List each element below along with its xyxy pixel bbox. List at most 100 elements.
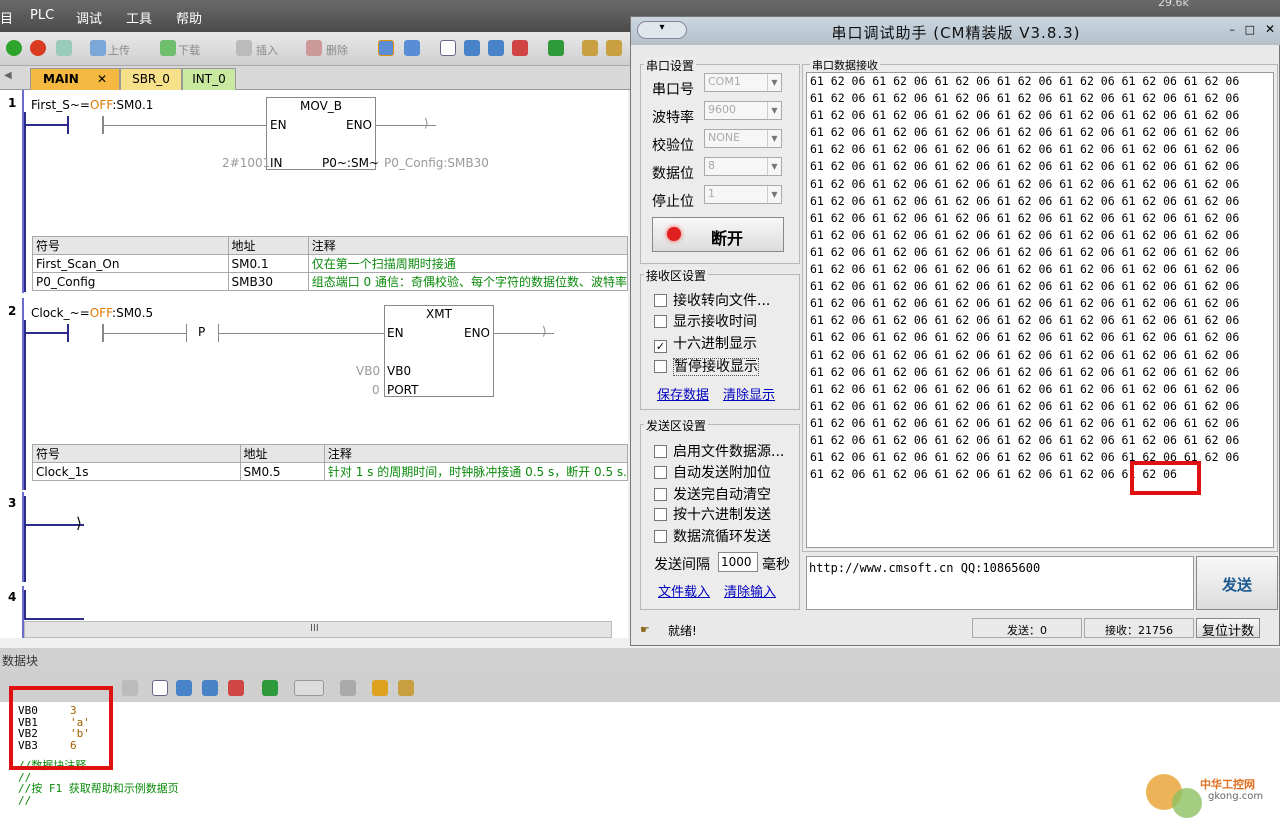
delete-icon[interactable] [306,40,322,56]
save-data-link[interactable]: 保存数据 [657,384,709,403]
clear-input-link[interactable]: 清除输入 [724,581,776,600]
maximize-icon[interactable]: □ [1245,23,1255,36]
recv-counter: 接收：21756 [1084,618,1194,638]
disconnect-button[interactable]: 断开 [652,217,784,252]
rx-line: 61 62 06 61 62 06 61 62 06 61 62 06 61 6… [810,244,1240,259]
menu-item-partial[interactable]: 目 [0,8,13,27]
hex-display-checkbox[interactable]: ✓ 十六进制显示 [654,333,757,353]
rx-to-file-checkbox[interactable]: 接收转向文件... [654,290,770,310]
tab-main[interactable]: MAIN ✕ [30,68,120,90]
baud-select[interactable]: 9600 ▼ [704,101,782,120]
datablock-editor[interactable]: VB0 3 VB1'a' VB2'b' VB3 6 //数据块注释 // //按 F… [0,702,1280,827]
gear-logo-icon-2 [1172,788,1202,818]
scrollbar-grip[interactable]: III [310,623,319,634]
loop-send-checkbox[interactable]: 数据流循环发送 [654,526,771,546]
file-load-link[interactable]: 文件载入 [658,581,710,600]
parity-select[interactable]: NONE ▼ [704,129,782,148]
rx-data-area[interactable]: 61 62 06 61 62 06 61 62 06 61 62 06 61 6… [806,72,1274,548]
ladder-editor[interactable]: 1 First_S~=OFF:SM0.1 MOV_B EN ENO ⟩ 2#10… [0,90,628,638]
lock-icon[interactable] [582,40,598,56]
en-pin: EN [387,326,404,340]
auto-clear-checkbox[interactable]: 发送完自动清空 [654,484,771,504]
rx-line: 61 62 06 61 62 06 61 62 06 61 62 06 61 6… [810,330,1240,345]
contact-label: First_S~=OFF:SM0.1 [31,98,153,112]
tab-sbr0[interactable]: SBR_0 [120,68,182,90]
reset-count-button[interactable]: 复位计数 [1196,618,1260,639]
view-icon[interactable] [440,40,456,56]
rung-end-icon: ⟩ [76,514,82,532]
horizontal-scrollbar[interactable]: III [24,621,612,638]
databits-select[interactable]: 8 ▼ [704,157,782,176]
dropdown-icon[interactable] [294,680,324,696]
insert-button[interactable]: 插入 [256,42,278,58]
view-icon[interactable] [152,680,168,696]
send-button[interactable]: 发送 [1196,556,1278,610]
tx-input[interactable]: http://www.cmsoft.cn QQ:10865600 [806,556,1194,610]
delete-button[interactable]: 删除 [326,42,348,58]
download-arrow-icon[interactable] [202,680,218,696]
paste-icon[interactable] [122,680,138,696]
rx-line: 61 62 06 61 62 06 61 62 06 61 62 06 61 6… [810,467,1177,482]
eno-pin: ENO [346,118,373,132]
in2-value: 0 [372,383,380,397]
go-icon[interactable] [548,40,564,56]
compile-icon[interactable] [56,40,72,56]
close-icon[interactable]: ✕ [1265,22,1275,36]
menu-item-tools[interactable]: 工具 [126,8,152,27]
comment-line: // [18,793,32,807]
upload-arrow-icon[interactable] [464,40,480,56]
menu-item-debug[interactable]: 调试 [76,8,102,27]
stop-icon[interactable] [30,40,46,56]
program-status-icon[interactable] [378,40,394,56]
in1-pin: VB0 [387,364,412,378]
port-select[interactable]: COM1 ▼ [704,73,782,92]
key-icon[interactable] [372,680,388,696]
insert-icon[interactable] [236,40,252,56]
pause-rx-checkbox[interactable]: 暂停接收显示 [654,356,759,376]
rx-line: 61 62 06 61 62 06 61 62 06 61 62 06 61 6… [810,125,1240,140]
network-1-gutter [0,90,24,293]
interval-input[interactable] [718,552,758,572]
rx-line: 61 62 06 61 62 06 61 62 06 61 62 06 61 6… [810,74,1240,88]
clear-icon[interactable] [228,680,244,696]
trend-view-icon[interactable] [404,40,420,56]
clear-display-link[interactable]: 清除显示 [723,384,775,403]
menu-item-help[interactable]: 帮助 [176,8,202,27]
rx-line: 61 62 06 61 62 06 61 62 06 61 62 06 61 6… [810,91,1240,106]
download-button[interactable]: 下载 [178,42,200,58]
tab-int0[interactable]: INT_0 [182,68,236,90]
file-source-checkbox[interactable]: 启用文件数据源... [654,441,784,461]
baud-value: 9600 [708,103,736,116]
download-arrow-icon[interactable] [488,40,504,56]
in1-value: VB0 [356,364,381,378]
power-rail [24,112,26,292]
upload-button[interactable]: 上传 [108,42,130,58]
out-pin: P0~:SM~ [322,156,379,170]
rx-line: 61 62 06 61 62 06 61 62 06 61 62 06 61 6… [810,398,1240,413]
run-icon[interactable] [6,40,22,56]
symbol-cell: P0_Config [32,272,229,291]
edge-label: P [198,325,206,339]
tool-icon[interactable] [340,680,356,696]
unlock-icon[interactable] [606,40,622,56]
auto-append-checkbox[interactable]: 自动发送附加位 [654,462,771,482]
close-icon[interactable]: ✕ [97,72,107,86]
lock-icon[interactable] [398,680,414,696]
checkbox-icon [654,315,667,328]
parity-value: NONE [708,131,741,144]
rx-line: 61 62 06 61 62 06 61 62 06 61 62 06 61 6… [810,347,1240,362]
upload-arrow-icon[interactable] [176,680,192,696]
upload-icon[interactable] [90,40,106,56]
minimize-icon[interactable]: – [1230,23,1236,36]
checkmark-icon: ✓ [654,340,667,353]
menu-item-plc[interactable]: PLC [30,8,54,23]
col-comment: 注释 [323,444,628,463]
show-rx-time-checkbox[interactable]: 显示接收时间 [654,311,757,331]
download-icon[interactable] [160,40,176,56]
clear-icon[interactable] [512,40,528,56]
tab-scroll-left-icon[interactable]: ◀ [4,70,12,81]
network-number: 2 [8,304,17,318]
hex-send-checkbox[interactable]: 按十六进制发送 [654,504,771,524]
stopbits-select[interactable]: 1 ▼ [704,185,782,204]
go-icon[interactable] [262,680,278,696]
